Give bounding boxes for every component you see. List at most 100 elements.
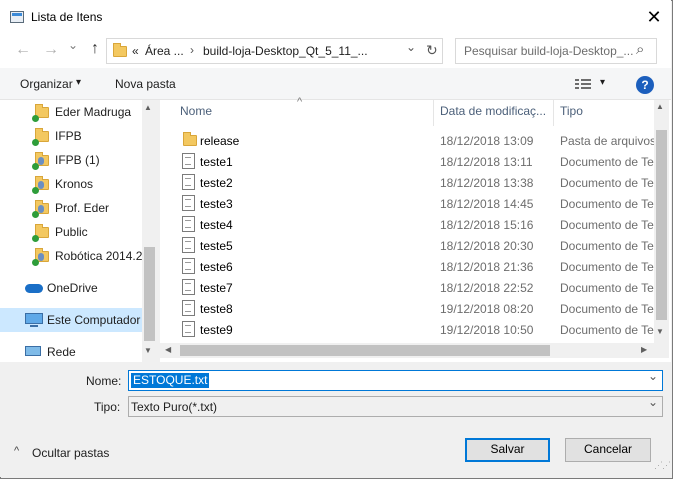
file-scroll-left-icon[interactable]: ◀ (165, 345, 171, 354)
refresh-icon[interactable]: ↻ (426, 42, 438, 59)
file-row[interactable]: teste6 18/12/2018 21:36 Documento de Tex… (176, 256, 656, 277)
column-divider[interactable] (553, 100, 554, 126)
sync-ok-icon (32, 211, 39, 218)
file-row[interactable]: teste2 18/12/2018 13:38 Documento de Tex… (176, 172, 656, 193)
file-name: teste6 (200, 260, 233, 274)
sidebar-item-eder-madruga[interactable]: Eder Madruga (0, 100, 142, 124)
text-document-icon (182, 321, 195, 337)
sidebar-item-prof-eder[interactable]: Prof. Eder (0, 196, 142, 220)
file-row[interactable]: teste8 19/12/2018 08:20 Documento de Tex… (176, 298, 656, 319)
sidebar-item-kronos[interactable]: Kronos (0, 172, 142, 196)
file-row[interactable]: teste3 18/12/2018 14:45 Documento de Tex… (176, 193, 656, 214)
resize-grip-icon[interactable]: ⋰⋰ (654, 461, 671, 476)
file-name: release (200, 134, 240, 148)
file-list-horizontal-thumb[interactable] (180, 345, 550, 356)
file-row-release[interactable]: release 18/12/2018 13:09 Pasta de arquiv… (176, 130, 656, 151)
organize-button[interactable]: Organizar (20, 77, 73, 91)
back-arrow-icon[interactable]: ← (14, 41, 32, 59)
view-dropdown-icon[interactable]: ▾ (600, 77, 605, 88)
nav-scroll-up-icon[interactable]: ▲ (144, 103, 152, 112)
file-name-input[interactable]: ESTOQUE.txt (131, 373, 210, 388)
search-icon[interactable]: ⌕ (636, 41, 644, 58)
sidebar-item-public[interactable]: Public (0, 220, 142, 244)
command-toolbar (0, 68, 671, 100)
sidebar-item-label: Robótica 2014.2 (55, 249, 143, 263)
address-dropdown-chevron-icon[interactable]: ⌄ (406, 40, 416, 54)
sidebar-item-ifpb-1[interactable]: IFPB (1) (0, 148, 142, 172)
network-icon (25, 346, 41, 356)
file-scroll-down-icon[interactable]: ▼ (656, 327, 664, 336)
file-row[interactable]: teste1 18/12/2018 13:11 Documento de Tex… (176, 151, 656, 172)
save-button[interactable]: Salvar (465, 438, 550, 462)
folder-icon (183, 132, 197, 146)
sidebar-item-label: Public (55, 225, 88, 239)
file-list-vertical-thumb[interactable] (656, 130, 667, 320)
file-row[interactable]: teste4 18/12/2018 15:16 Documento de Tex… (176, 214, 656, 235)
sidebar-item-label: Este Computador (47, 313, 141, 327)
up-arrow-icon[interactable]: ↑ (86, 40, 104, 58)
file-row[interactable]: teste7 18/12/2018 22:52 Documento de Tex… (176, 277, 656, 298)
column-header-date[interactable]: Data de modificaç... (440, 104, 546, 124)
close-button[interactable]: ✕ (640, 5, 668, 29)
file-name: teste4 (200, 218, 233, 232)
nav-scroll-down-icon[interactable]: ▼ (144, 346, 152, 355)
text-document-icon (182, 237, 195, 253)
shared-user-icon (38, 157, 44, 165)
sidebar-item-ifpb[interactable]: IFPB (0, 124, 142, 148)
column-header-type[interactable]: Tipo (560, 104, 583, 124)
breadcrumb-area[interactable]: Área ... (145, 44, 184, 58)
new-folder-button[interactable]: Nova pasta (115, 77, 176, 91)
address-prefix[interactable]: « (132, 44, 139, 58)
file-type: Documento de Texto (560, 176, 656, 190)
view-options-icon[interactable] (575, 78, 591, 90)
file-type: Documento de Texto (560, 260, 656, 274)
onedrive-icon (25, 284, 43, 293)
file-scroll-right-icon[interactable]: ▶ (641, 345, 647, 354)
text-document-icon (182, 195, 195, 211)
breadcrumb-build-folder[interactable]: build-loja-Desktop_Qt_5_11_... (203, 44, 368, 58)
navigation-pane-scroll-thumb[interactable] (144, 247, 155, 341)
file-name-dropdown-icon[interactable]: ⌄ (648, 369, 658, 383)
collapse-chevron-icon[interactable]: ^ (14, 445, 19, 457)
search-input[interactable]: Pesquisar build-loja-Desktop_... (464, 44, 633, 58)
file-row[interactable]: teste9 19/12/2018 10:50 Documento de Tex… (176, 319, 656, 340)
sidebar-item-label: OneDrive (47, 281, 98, 295)
column-header-name[interactable]: Nome (180, 104, 212, 124)
text-document-icon (182, 174, 195, 190)
file-type-dropdown-icon[interactable]: ⌄ (648, 395, 658, 409)
file-type: Documento de Texto (560, 323, 656, 337)
file-name: teste2 (200, 176, 233, 190)
cancel-button[interactable]: Cancelar (565, 438, 651, 462)
text-document-icon (182, 153, 195, 169)
file-name: teste8 (200, 302, 233, 316)
file-row[interactable]: teste5 18/12/2018 20:30 Documento de Tex… (176, 235, 656, 256)
sidebar-item-label: Eder Madruga (55, 105, 132, 119)
sidebar-item-rede[interactable]: Rede (0, 340, 142, 362)
forward-arrow-icon[interactable]: → (42, 41, 60, 59)
file-scroll-up-icon[interactable]: ▲ (656, 102, 664, 111)
sidebar-item-label: Kronos (55, 177, 94, 191)
window-title: Lista de Itens (31, 10, 103, 24)
column-divider[interactable] (433, 100, 434, 126)
sync-ok-icon (32, 187, 39, 194)
sidebar-item-robotica[interactable]: Robótica 2014.2 (0, 244, 142, 268)
organize-dropdown-icon[interactable]: ▾ (76, 77, 81, 88)
sidebar-item-onedrive[interactable]: OneDrive (0, 276, 142, 300)
file-name: teste3 (200, 197, 233, 211)
file-type: Documento de Texto (560, 302, 656, 316)
computer-stand (30, 325, 38, 327)
file-type-value[interactable]: Texto Puro(*.txt) (131, 400, 217, 414)
file-name: teste1 (200, 155, 233, 169)
file-date: 19/12/2018 10:50 (440, 323, 534, 337)
file-type: Documento de Texto (560, 239, 656, 253)
text-document-icon (182, 216, 195, 232)
sidebar-item-label: Prof. Eder (55, 201, 110, 215)
hide-folders-toggle[interactable]: Ocultar pastas (32, 446, 109, 460)
file-date: 18/12/2018 13:11 (440, 155, 533, 169)
recent-locations-chevron-icon[interactable]: ⌄ (64, 38, 82, 52)
sidebar-item-este-computador[interactable]: Este Computador (0, 308, 142, 332)
help-icon[interactable]: ? (636, 76, 654, 94)
scroll-corner (654, 343, 669, 358)
file-name: teste9 (200, 323, 233, 337)
sync-ok-icon (32, 259, 39, 266)
